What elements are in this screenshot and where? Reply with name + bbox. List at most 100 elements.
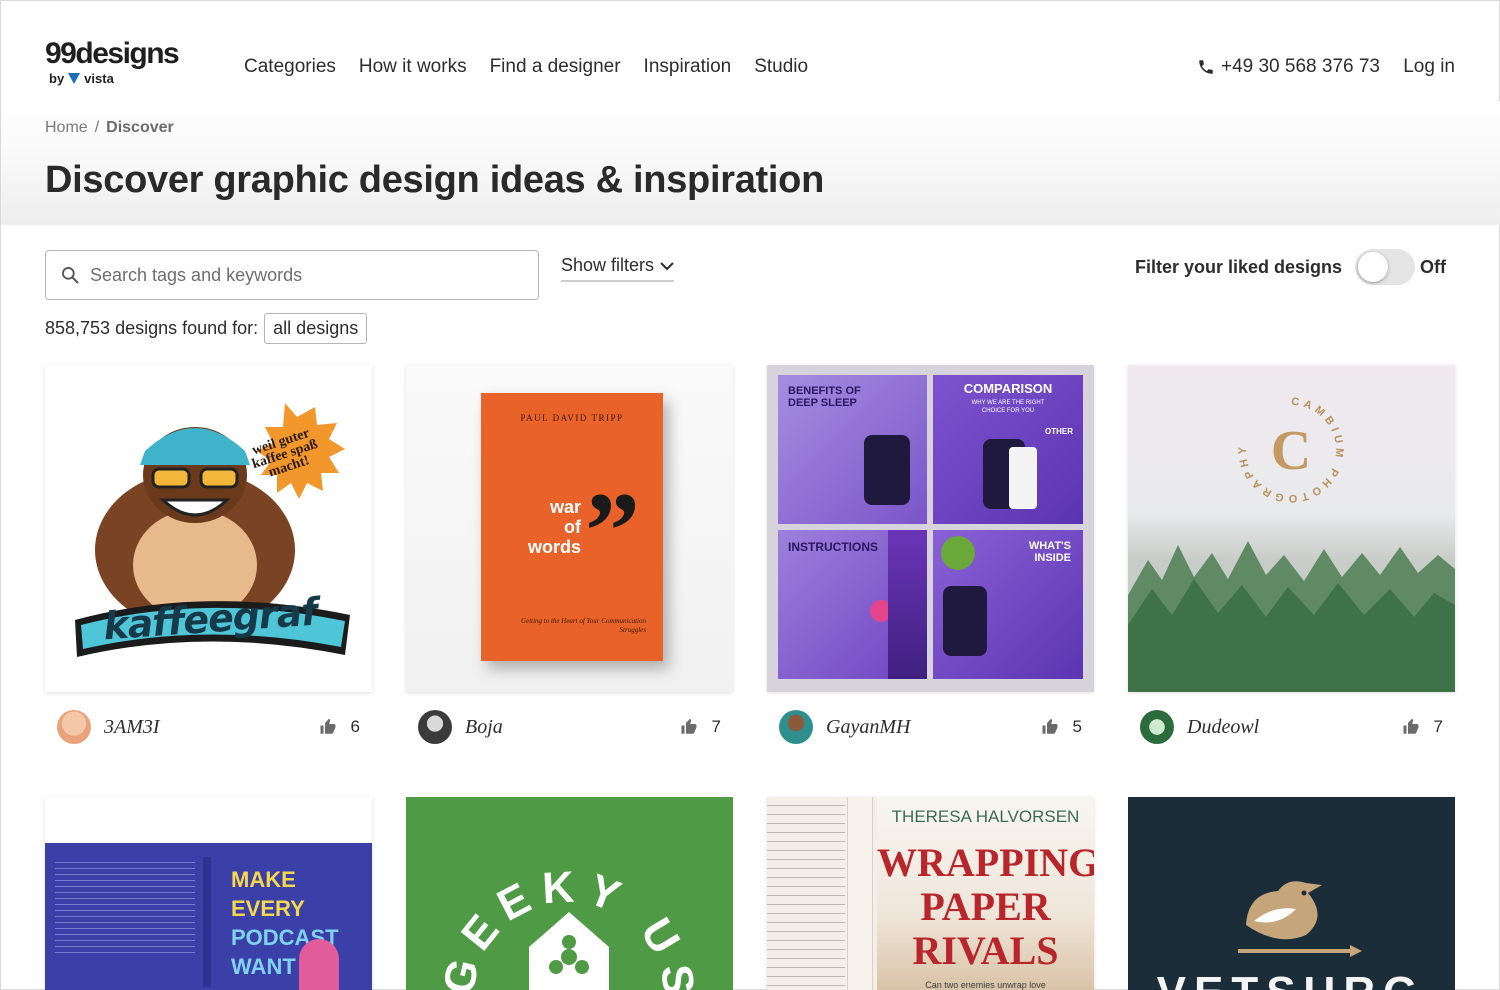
breadcrumb-current: Discover xyxy=(106,119,174,136)
like-number: 7 xyxy=(1433,717,1443,736)
herb-circle xyxy=(941,536,975,570)
breadcrumb: Home / Discover xyxy=(45,119,174,137)
search-icon xyxy=(61,267,79,284)
design-card[interactable]: weil guter kaffee spaß macht! kaffeegraf… xyxy=(45,365,372,762)
card-meta: GayanMH 5 xyxy=(767,692,1094,762)
product-jar xyxy=(943,586,987,656)
panel-title: BENEFITS OF DEEP SLEEP xyxy=(788,385,861,409)
thumbs-up-icon xyxy=(1403,718,1419,734)
book-title-line: words xyxy=(527,537,581,557)
book-title-line: RIVALS xyxy=(912,928,1059,973)
back-cover-text-block xyxy=(55,857,195,957)
designer-avatar[interactable] xyxy=(57,710,91,744)
podcast-cover: MAKE EVERY PODCAST WANT xyxy=(45,843,372,990)
bird-logo-art: VETSURG xyxy=(1157,881,1426,990)
logo[interactable]: 99designs by vista xyxy=(45,39,180,87)
book-author: PAUL DAVID TRIPP xyxy=(520,413,624,423)
monogram-letter: C xyxy=(1271,420,1311,482)
nav-how-it-works[interactable]: How it works xyxy=(359,56,467,78)
brand-wordmark: VETSURG xyxy=(1157,968,1426,990)
like-number: 5 xyxy=(1072,717,1082,736)
book-cover: PAUL DAVID TRIPP war of words ” Getting … xyxy=(481,393,663,661)
design-thumbnail[interactable]: CAMBIUM PHOTOGRAPHY C xyxy=(1128,365,1455,692)
book-title: WRAPPING PAPER RIVALS xyxy=(877,841,1094,973)
design-thumbnail[interactable]: VETSURG xyxy=(1128,797,1455,990)
logo-by: by xyxy=(49,71,65,86)
book-title-line: of xyxy=(564,517,581,537)
design-thumbnail[interactable]: BENEFITS OF DEEP SLEEP COMPARISON WHY WE… xyxy=(767,365,1094,692)
design-thumbnail[interactable]: THERESA HALVORSEN WRAPPING PAPER RIVALS … xyxy=(767,797,1094,990)
card-meta: Boja 7 xyxy=(406,692,733,762)
nav-categories[interactable]: Categories xyxy=(244,56,336,78)
panel-inside: WHAT'S INSIDE xyxy=(933,530,1083,679)
site-header: 99designs by vista Categories How it wor… xyxy=(1,1,1500,111)
nav-find-a-designer[interactable]: Find a designer xyxy=(490,56,621,78)
design-card[interactable]: MAKE EVERY PODCAST WANT xyxy=(45,797,372,990)
book-front-cover: THERESA HALVORSEN WRAPPING PAPER RIVALS … xyxy=(877,797,1094,990)
designer-avatar[interactable] xyxy=(418,710,452,744)
main-nav: Categories How it works Find a designer … xyxy=(244,56,808,78)
toggle-knob xyxy=(1358,252,1388,282)
phone-link[interactable]: +49 30 568 376 73 xyxy=(1197,56,1380,78)
panel-instructions: INSTRUCTIONS xyxy=(778,530,927,679)
design-thumbnail[interactable]: GEEKY USA xyxy=(406,797,733,990)
search-box[interactable] xyxy=(45,250,539,300)
book-spine xyxy=(203,857,211,987)
phone-icon xyxy=(1199,60,1213,74)
back-cover-text-block xyxy=(767,797,845,990)
book-author: THERESA HALVORSEN xyxy=(891,807,1080,826)
hair-shape xyxy=(888,530,927,679)
book-title-line: war xyxy=(549,497,581,517)
results-chip[interactable]: all designs xyxy=(264,313,368,344)
panel-title: COMPARISON xyxy=(963,381,1053,396)
designer-avatar[interactable] xyxy=(1140,710,1174,744)
liked-filter-toggle[interactable] xyxy=(1355,249,1415,285)
thumbs-up-icon xyxy=(681,718,697,734)
panel-label: OTHER xyxy=(1045,427,1073,436)
show-filters-button[interactable]: Show filters xyxy=(561,255,675,282)
login-link[interactable]: Log in xyxy=(1403,56,1455,78)
design-card[interactable]: BENEFITS OF DEEP SLEEP COMPARISON WHY WE… xyxy=(767,365,1094,762)
logo-byline: by vista xyxy=(45,71,178,86)
book-title-line: PAPER xyxy=(920,884,1051,929)
liked-filter-label: Filter your liked designs xyxy=(1135,257,1343,277)
design-card[interactable]: GEEKY USA xyxy=(406,797,733,990)
logo-vista: vista xyxy=(84,71,114,86)
breadcrumb-home[interactable]: Home xyxy=(45,119,88,137)
book-title-line: WRAPPING xyxy=(877,840,1094,885)
nav-inspiration[interactable]: Inspiration xyxy=(644,56,732,78)
nav-studio[interactable]: Studio xyxy=(754,56,808,78)
product-jar xyxy=(864,435,910,505)
search-input[interactable] xyxy=(90,264,490,286)
design-card[interactable]: CAMBIUM PHOTOGRAPHY C Dudeowl 7 xyxy=(1128,365,1455,762)
like-count[interactable]: 7 xyxy=(1402,717,1443,737)
designer-avatar[interactable] xyxy=(779,710,813,744)
like-number: 6 xyxy=(350,717,360,736)
thumbs-up-icon xyxy=(320,718,336,734)
designer-name[interactable]: 3AM3I xyxy=(104,716,160,739)
design-thumbnail[interactable]: PAUL DAVID TRIPP war of words ” Getting … xyxy=(406,365,733,692)
like-count[interactable]: 7 xyxy=(680,717,721,737)
chevron-down-icon xyxy=(660,261,674,270)
generic-bottle xyxy=(1009,447,1037,509)
designer-name[interactable]: GayanMH xyxy=(826,716,910,739)
like-number: 7 xyxy=(711,717,721,736)
design-card[interactable]: THERESA HALVORSEN WRAPPING PAPER RIVALS … xyxy=(767,797,1094,990)
panel-title: INSTRUCTIONS xyxy=(788,540,878,554)
person-figure xyxy=(299,939,339,990)
designer-name[interactable]: Dudeowl xyxy=(1187,716,1259,739)
designer-name[interactable]: Boja xyxy=(465,716,503,739)
quote-mark-icon: ” xyxy=(585,470,640,592)
design-thumbnail[interactable]: weil guter kaffee spaß macht! kaffeegraf xyxy=(45,365,372,692)
page-title: Discover graphic design ideas & inspirat… xyxy=(45,159,824,201)
design-card[interactable]: PAUL DAVID TRIPP war of words ” Getting … xyxy=(406,365,733,762)
geeky-logo-art: GEEKY USA xyxy=(406,797,694,990)
panel-benefits: BENEFITS OF DEEP SLEEP xyxy=(778,375,927,524)
like-count[interactable]: 5 xyxy=(1041,717,1082,737)
like-count[interactable]: 6 xyxy=(319,717,360,737)
panel-subtitle: WHY WE ARE THE RIGHT CHOICE FOR YOU xyxy=(971,400,1045,414)
thumbs-up-icon xyxy=(1042,718,1058,734)
design-card[interactable]: VETSURG xyxy=(1128,797,1455,990)
book-subtitle: Getting to the Heart of Your Communicati… xyxy=(521,617,646,634)
design-thumbnail[interactable]: MAKE EVERY PODCAST WANT xyxy=(45,797,372,990)
